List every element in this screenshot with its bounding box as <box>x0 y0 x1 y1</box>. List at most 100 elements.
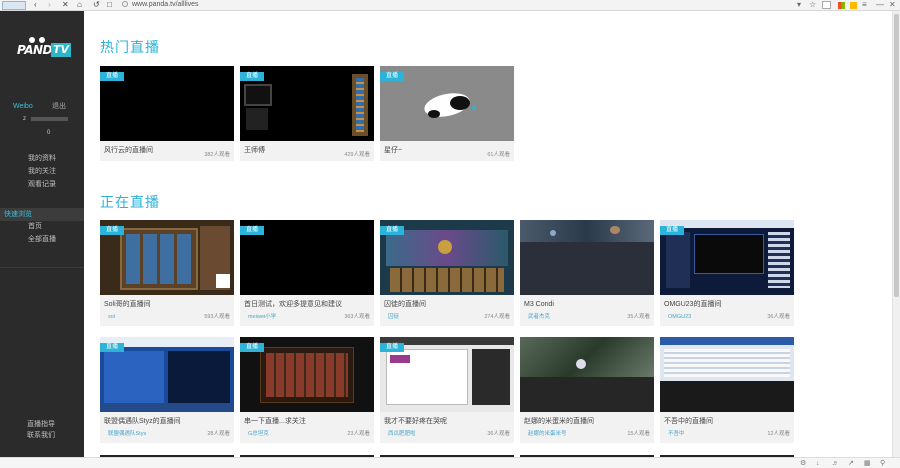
stream-card[interactable]: 直播 M3 Condi 武者杰克 35人观看 <box>520 220 654 326</box>
live-badge: 直播 <box>380 343 404 352</box>
stream-card[interactable]: 直播 囚徒的直播间 囚徒 274人观看 <box>380 220 514 326</box>
live-badge: 直播 <box>100 72 124 81</box>
stream-card[interactable]: 直播 Soli哥的直播间 sol 593人观看 <box>100 220 234 326</box>
sidebar-item-home[interactable]: 首页 <box>28 222 42 231</box>
stream-card[interactable]: 直播 不吾中的直播间 不吾中 12人观看 <box>660 337 794 443</box>
bookmark-icon[interactable] <box>850 2 857 9</box>
stream-title[interactable]: Soli哥的直播间 <box>104 300 151 309</box>
apps-icon[interactable] <box>838 2 845 9</box>
viewer-count: 429人观看 <box>344 152 370 158</box>
streamer-name[interactable]: 囚徒 <box>388 314 399 321</box>
sidebar-item-profile[interactable]: 我的资料 <box>28 154 56 163</box>
status-settings-icon[interactable]: ⚙ <box>800 459 806 468</box>
viewer-count: 36人观看 <box>767 314 790 320</box>
section-title-live: 正在直播 <box>100 194 160 210</box>
forward-icon[interactable]: › <box>48 0 51 10</box>
viewer-count: 593人观看 <box>204 314 230 320</box>
viewer-count: 363人观看 <box>344 314 370 320</box>
stream-card[interactable]: 直播 我才不要好疼在哭呢 西瓜肥肥啦 36人观看 <box>380 337 514 443</box>
sidebar-tab-logout[interactable]: 退出 <box>52 102 66 111</box>
home-icon[interactable]: ⌂ <box>77 0 82 10</box>
menu-icon[interactable]: ≡ <box>862 0 867 10</box>
panda-tv-logo[interactable]: PANDA TV <box>17 37 72 65</box>
section-title-hot: 热门直播 <box>100 39 160 55</box>
live-badge: 直播 <box>380 226 404 235</box>
status-zoom-icon[interactable]: ⚲ <box>880 459 885 468</box>
streamer-name[interactable]: meiwei小学 <box>248 314 276 321</box>
stream-title[interactable]: OMGU23的直播间 <box>664 300 722 309</box>
stream-title[interactable]: 首日测试，欢迎多提意见和建议 <box>244 300 342 309</box>
stream-title[interactable]: 串一下直播...求关注 <box>244 417 306 426</box>
stream-card[interactable]: 直播 王师傅 429人观看 <box>240 66 374 161</box>
stream-title[interactable]: 不吾中的直播间 <box>664 417 713 426</box>
stream-card[interactable]: 直播 串一下直播...求关注 G总坦克 23人观看 <box>240 337 374 443</box>
minimize-icon[interactable]: — <box>876 0 884 10</box>
streamer-name[interactable]: 不吾中 <box>668 431 685 438</box>
stream-title[interactable]: 囚徒的直播间 <box>384 300 426 309</box>
close-icon[interactable]: ✕ <box>62 0 69 10</box>
stream-title[interactable]: 我才不要好疼在哭呢 <box>384 417 447 426</box>
streamer-name[interactable]: OMGU23 <box>668 314 691 321</box>
sidebar-item-contact[interactable]: 联系我们 <box>27 431 55 440</box>
live-badge: 直播 <box>240 226 264 235</box>
streamer-name[interactable]: 联盟偶遇队Stys <box>108 431 146 438</box>
refresh-icon[interactable]: ↺ <box>93 0 100 10</box>
sidebar-item-history[interactable]: 观看记录 <box>28 180 56 189</box>
sidebar-divider <box>0 267 84 268</box>
streamer-name[interactable]: 西瓜肥肥啦 <box>388 431 416 438</box>
stream-thumbnail[interactable] <box>520 220 654 295</box>
stream-card[interactable]: 直播 赵娜的米蛋米的直播间 赵娜的米蛋米号 15人观看 <box>520 337 654 443</box>
sidebar-count: 0 <box>47 130 51 136</box>
back-icon[interactable]: ‹ <box>34 0 37 10</box>
window-close-icon[interactable]: ✕ <box>889 0 896 10</box>
sidebar-user-initial: z <box>23 116 26 122</box>
lock-icon <box>122 1 128 7</box>
stream-card[interactable]: 直播 联盟偶遇队Styz的直播间 联盟偶遇队Stys 28人观看 <box>100 337 234 443</box>
viewer-count: 61人观看 <box>487 152 510 158</box>
viewer-count: 23人观看 <box>347 431 370 437</box>
stream-thumbnail[interactable] <box>520 337 654 412</box>
sidebar-item-following[interactable]: 我的关注 <box>28 167 56 176</box>
url-text: www.panda.tv/alllives <box>132 1 199 8</box>
sidebar-tab-weibo[interactable]: Weibo <box>13 102 33 111</box>
sidebar-item-quick-browse[interactable]: 快速浏览 <box>0 208 84 221</box>
stream-title[interactable]: M3 Condi <box>524 300 554 309</box>
favicon-tab[interactable] <box>2 1 26 10</box>
stream-card[interactable]: 直播 风行云的直播间 382人观看 <box>100 66 234 161</box>
viewer-count: 382人观看 <box>204 152 230 158</box>
live-badge: 直播 <box>240 343 264 352</box>
streamer-name[interactable]: sol <box>108 314 115 321</box>
stream-card[interactable]: 直播 星仔~ 61人观看 <box>380 66 514 161</box>
live-badge: 直播 <box>380 72 404 81</box>
browser-toolbar: ‹ › ✕ ⌂ ↺ □ www.panda.tv/alllives ▾ ☆ ≡ … <box>0 0 900 11</box>
status-grid-icon[interactable]: ▦ <box>864 459 871 468</box>
stream-thumbnail[interactable] <box>660 337 794 412</box>
sidebar-item-guide[interactable]: 直播指导 <box>27 420 55 429</box>
stream-title[interactable]: 联盟偶遇队Styz的直播间 <box>104 417 181 426</box>
stream-card[interactable]: 直播 OMGU23的直播间 OMGU23 36人观看 <box>660 220 794 326</box>
scrollbar-thumb[interactable] <box>894 14 899 297</box>
browser-status-bar: ⚙ ↓ ♬ ↗ ▦ ⚲ <box>0 457 900 468</box>
stream-title[interactable]: 风行云的直播间 <box>104 146 153 155</box>
status-share-icon[interactable]: ↗ <box>848 459 854 468</box>
sidebar-item-all-lives[interactable]: 全部直播 <box>28 235 56 244</box>
stream-card[interactable]: 直播 首日测试，欢迎多提意见和建议 meiwei小学 363人观看 <box>240 220 374 326</box>
status-speaker-icon[interactable]: ♬ <box>832 459 839 468</box>
streamer-name[interactable]: G总坦克 <box>248 431 269 438</box>
status-download-icon[interactable]: ↓ <box>816 459 820 468</box>
dropdown-icon[interactable]: ▾ <box>797 0 801 10</box>
address-bar[interactable]: www.panda.tv/alllives <box>122 0 199 10</box>
viewer-count: 36人观看 <box>487 431 510 437</box>
sidebar-progress-bar <box>31 117 68 121</box>
streamer-name[interactable]: 武者杰克 <box>528 314 550 321</box>
extension-icon[interactable] <box>822 1 831 9</box>
live-badge: 直播 <box>660 226 684 235</box>
streamer-name[interactable]: 赵娜的米蛋米号 <box>528 431 567 438</box>
live-badge: 直播 <box>240 72 264 81</box>
stream-title[interactable]: 赵娜的米蛋米的直播间 <box>524 417 594 426</box>
stream-title[interactable]: 王师傅 <box>244 146 265 155</box>
tab-icon[interactable]: □ <box>107 0 112 10</box>
stream-title[interactable]: 星仔~ <box>384 146 402 155</box>
live-badge: 直播 <box>100 343 124 352</box>
star-icon[interactable]: ☆ <box>809 0 816 10</box>
